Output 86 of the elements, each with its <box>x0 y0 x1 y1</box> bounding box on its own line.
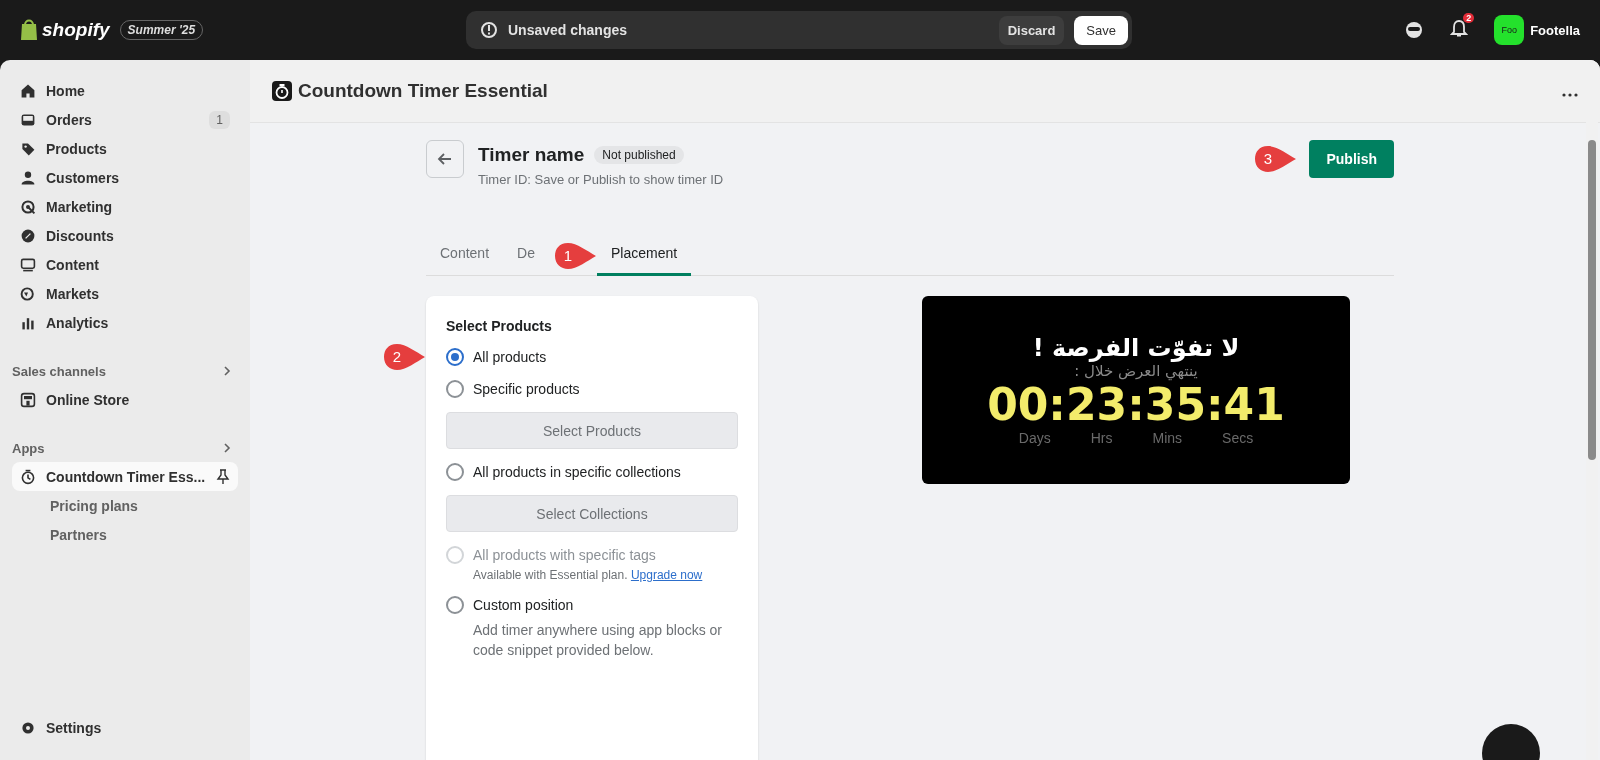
chevron-right-icon[interactable] <box>222 442 232 454</box>
home-icon <box>20 82 36 99</box>
timer-headline: لا تفوّت الفرصة ! <box>1032 334 1240 362</box>
sub-nav-item[interactable]: Pricing plans <box>12 491 238 520</box>
settings-item[interactable]: Settings <box>12 713 238 742</box>
nav-label: Discounts <box>46 227 114 244</box>
save-button[interactable]: Save <box>1074 15 1128 45</box>
store-name: Footella <box>1530 22 1580 38</box>
chevron-right-icon[interactable] <box>222 365 232 377</box>
timer-subtitle: ينتهي العرض خلال : <box>1074 362 1198 380</box>
select-button[interactable]: Select Collections <box>446 495 738 532</box>
tab[interactable]: Content <box>426 235 504 276</box>
monitor-icon <box>20 256 36 273</box>
nav-item[interactable]: Orders 1 <box>12 105 238 134</box>
nav-label: Countdown Timer Ess... <box>46 468 206 485</box>
stopwatch-icon <box>272 81 292 101</box>
radio-button[interactable] <box>446 463 464 481</box>
avatar[interactable]: Foo <box>1494 15 1525 45</box>
tab[interactable]: Placement <box>596 235 692 276</box>
nav-item[interactable]: Marketing <box>12 192 238 221</box>
back-button[interactable] <box>426 140 464 178</box>
step-callout: 2 <box>382 342 426 372</box>
nav-label: Orders <box>46 111 92 128</box>
step-callout: 1 <box>552 241 597 271</box>
time-unit-label: Hrs <box>1090 430 1113 446</box>
nav-label: Customers <box>46 169 120 186</box>
nav-label: Content <box>46 256 99 273</box>
plan-note: Available with Essential plan. Upgrade now <box>473 568 704 582</box>
settings-icon <box>20 719 36 736</box>
logo-text: shopify <box>42 19 110 41</box>
notification-count: 2 <box>1463 13 1475 23</box>
shopping-bag-icon <box>20 19 38 41</box>
unsaved-message: Unsaved changes <box>508 22 629 38</box>
tag-icon <box>20 140 36 157</box>
tab[interactable]: De <box>503 235 549 276</box>
nav-label: Home <box>46 82 85 99</box>
section-title: Sales channels <box>12 363 106 379</box>
radio-button[interactable] <box>446 596 464 614</box>
nav-label: Markets <box>46 285 99 302</box>
nav-item[interactable]: Content <box>12 250 238 279</box>
stopwatch-icon <box>20 468 36 485</box>
nav-item[interactable]: Online Store <box>12 385 238 414</box>
select-button[interactable]: Select Products <box>446 412 738 449</box>
nav-item[interactable]: Countdown Timer Ess... <box>12 462 238 491</box>
countdown-digits: 00:23:35:41 <box>987 380 1285 430</box>
nav-item[interactable]: Discounts <box>12 221 238 250</box>
section-title: Apps <box>12 440 45 456</box>
publish-button[interactable]: Publish <box>1309 140 1394 178</box>
card-title: Select Products <box>446 318 553 334</box>
pin-icon[interactable] <box>216 468 230 485</box>
time-unit-label: Secs <box>1222 430 1254 446</box>
radio-label: All products with specific tags <box>473 547 656 563</box>
nav-item[interactable]: Home <box>12 76 238 105</box>
bell-icon[interactable] <box>1450 19 1469 37</box>
radio-label: Specific products <box>473 381 580 397</box>
person-icon <box>20 169 36 186</box>
inbox-icon <box>20 111 36 128</box>
arrow-left-icon <box>437 151 453 167</box>
timer-id-hint: Timer ID: Save or Publish to show timer ID <box>478 172 724 187</box>
nav-label: Marketing <box>46 198 113 215</box>
target-icon <box>20 198 36 215</box>
radio-label: All products in specific collections <box>473 464 681 480</box>
radio-button[interactable] <box>446 348 464 366</box>
nav-item[interactable]: Products <box>12 134 238 163</box>
nav-item[interactable]: Markets <box>12 279 238 308</box>
nav-item[interactable]: Analytics <box>12 308 238 337</box>
radio-button[interactable] <box>446 380 464 398</box>
store-icon <box>20 391 36 408</box>
sub-nav-item[interactable]: Partners <box>12 520 238 549</box>
radio-label: All products <box>473 349 547 365</box>
radio-label: Custom position <box>473 597 574 613</box>
nav-label: Online Store <box>46 391 130 408</box>
nav-label: Products <box>46 140 107 157</box>
nav-label: Analytics <box>46 314 109 331</box>
step-callout: 3 <box>1253 144 1298 174</box>
app-title: Countdown Timer Essential <box>298 80 548 102</box>
nav-item[interactable]: Customers <box>12 163 238 192</box>
option-description: Add timer anywhere using app blocks or code snippet provided below. <box>473 621 724 660</box>
time-unit-label: Days <box>1018 430 1051 446</box>
timer-name: Timer name <box>478 144 585 166</box>
nav-label: Settings <box>46 719 102 736</box>
alert-icon <box>480 21 498 39</box>
count-badge: 1 <box>209 110 230 129</box>
discard-button[interactable]: Discard <box>998 15 1065 45</box>
time-unit-label: Mins <box>1152 430 1183 446</box>
status-badge: Not published <box>594 146 684 164</box>
